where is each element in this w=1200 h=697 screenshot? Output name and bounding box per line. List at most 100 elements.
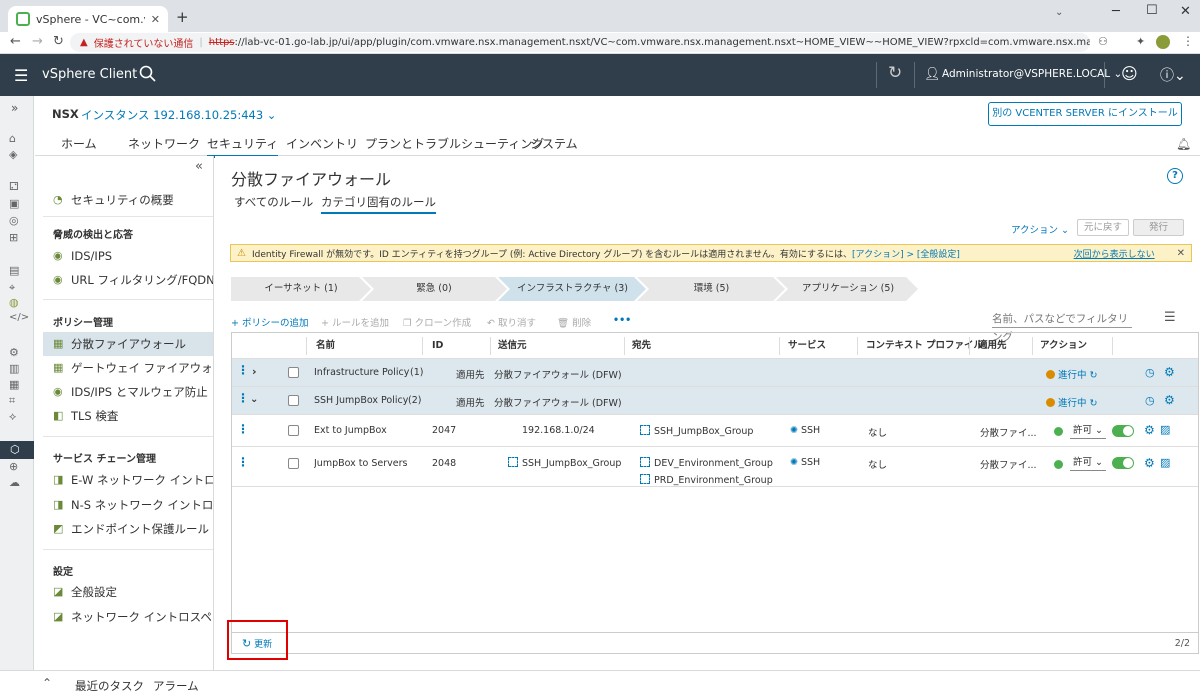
administration-icon[interactable]: ⚙ <box>9 346 25 360</box>
category-application[interactable]: アプリケーション (5) <box>778 278 918 300</box>
row-menu-icon[interactable]: ⋮ <box>237 423 249 435</box>
close-tab-icon[interactable]: ✕ <box>151 13 160 26</box>
undo-button[interactable]: ↶ 取り消す <box>487 315 536 329</box>
col-id[interactable]: ID <box>432 333 443 359</box>
storage-icon[interactable]: ◎ <box>9 214 25 228</box>
delete-button[interactable]: 🗑︎ 削除 <box>557 315 591 329</box>
back-icon[interactable]: ← <box>10 34 21 49</box>
action-select[interactable]: 許可 ⌄ <box>1070 455 1106 471</box>
maximize-icon[interactable]: ☐ <box>1146 3 1158 18</box>
content-libraries-icon[interactable]: ▤ <box>9 264 25 278</box>
rule-destination[interactable]: SSH_JumpBox_Group <box>640 425 753 437</box>
networking-icon[interactable]: ⊞ <box>9 231 25 245</box>
filter-input[interactable]: 名前、パスなどでフィルタリング <box>992 310 1132 343</box>
window-close-icon[interactable]: ✕ <box>1180 4 1191 19</box>
sidebar-item-ns-introspection[interactable]: ◨ N-S ネットワーク イントロス... <box>43 493 213 517</box>
help-icon[interactable]: ? <box>1167 168 1183 184</box>
policy-row[interactable]: ⋮ ⌄ SSH JumpBox Policy (2) 適用先 分散ファイアウォー… <box>232 387 1198 415</box>
sidebar-item-tls[interactable]: ◧ TLS 検査 <box>43 404 213 428</box>
stats-icon[interactable]: ▨ <box>1160 423 1170 436</box>
rule-row[interactable]: ⋮ Ext to JumpBox 2047 192.168.1.0/24 SSH… <box>232 415 1198 447</box>
shortcuts-icon[interactable]: ◈ <box>9 148 25 162</box>
tasks-icon[interactable]: ▥ <box>9 362 25 376</box>
events-icon[interactable]: ▦ <box>9 378 25 392</box>
sidebar-item-dfw[interactable]: ▦ 分散ファイアウォール <box>43 332 213 356</box>
instance-selector[interactable]: インスタンス 192.168.10.25:443 ⌄ <box>81 107 276 123</box>
sidebar-item-general-settings[interactable]: ◪ 全般設定 <box>43 580 213 604</box>
dismiss-link[interactable]: 次回から表示しない <box>1074 247 1155 260</box>
sidebar-item-ew-introspection[interactable]: ◨ E-W ネットワーク イントロス... <box>43 468 213 492</box>
browser-tab[interactable]: vSphere - VC~com.vmware.nsx.m ✕ <box>8 6 168 32</box>
hosts-clusters-icon[interactable]: ⚁ <box>9 180 25 194</box>
sidebar-item-network-introspection-settings[interactable]: ◪ ネットワーク イントロスペク... <box>43 605 213 629</box>
sidebar-item-idsips[interactable]: ◉ IDS/IPS <box>43 244 213 268</box>
forward-icon[interactable]: → <box>32 34 43 49</box>
nsx-plugin-icon[interactable]: ⬡ <box>0 441 34 459</box>
rule-service[interactable]: ✺ SSH <box>790 425 820 436</box>
install-vcenter-button[interactable]: 別の VCENTER SERVER にインストール <box>988 102 1182 126</box>
add-rule-button[interactable]: + ルールを追加 <box>321 315 389 329</box>
more-actions-button[interactable]: ••• <box>613 315 631 326</box>
search-icon[interactable] <box>139 65 156 82</box>
col-service[interactable]: サービス <box>788 333 826 359</box>
tab-inventory[interactable]: インベントリ <box>286 135 358 152</box>
col-name[interactable]: 名前 <box>316 333 335 359</box>
col-applied-to[interactable]: 適用先 <box>978 333 1007 359</box>
new-tab-icon[interactable]: + <box>176 8 189 26</box>
expand-rail-icon[interactable]: » <box>11 101 18 115</box>
collapse-icon[interactable]: ⌄ <box>250 394 258 405</box>
category-environment[interactable]: 環境 (5) <box>639 278 784 300</box>
tags-icon[interactable]: ⌗ <box>9 394 25 408</box>
tab-home[interactable]: ホーム <box>61 135 97 152</box>
bell-icon[interactable]: 🔔︎ <box>1176 137 1191 151</box>
add-policy-button[interactable]: + ポリシーの追加 <box>231 315 308 329</box>
tab-category-rules[interactable]: カテゴリ固有のルール <box>321 194 436 214</box>
tab-plan-troubleshoot[interactable]: プランとトラブルシューティング <box>365 135 544 152</box>
stats-icon[interactable]: ▨ <box>1160 456 1170 469</box>
gear-icon[interactable]: ⚙ <box>1144 423 1155 437</box>
close-icon[interactable]: ✕ <box>1177 248 1185 259</box>
collapse-sidebar-icon[interactable]: « <box>195 159 203 174</box>
vms-icon[interactable]: ▣ <box>9 197 25 211</box>
rule-row[interactable]: ⋮ JumpBox to Servers 2048 SSH_JumpBox_Gr… <box>232 447 1198 487</box>
category-ethernet[interactable]: イーサネット (1) <box>231 278 371 300</box>
alarms-icon[interactable]: ⟡ <box>9 410 25 424</box>
col-action[interactable]: アクション <box>1040 333 1087 359</box>
tab-network[interactable]: ネットワーク <box>128 135 200 152</box>
sidebar-item-overview[interactable]: ◔ セキュリティの概要 <box>43 188 213 212</box>
address-bar[interactable]: ▲ 保護されていない通信 | https://lab-vc-01.go-lab.… <box>70 33 1090 52</box>
row-menu-icon[interactable]: ⋮ <box>237 456 249 468</box>
sidebar-item-idsips-malware[interactable]: ◉ IDS/IPS とマルウェア防止 <box>43 380 213 404</box>
col-context-profile[interactable]: コンテキスト プロファイル <box>866 333 983 359</box>
workload-icon[interactable]: ⌖ <box>9 281 25 295</box>
chevron-down-icon[interactable]: ⌄ <box>1055 7 1063 18</box>
hamburger-menu-icon[interactable]: ☰ <box>14 66 28 85</box>
expand-icon[interactable]: › <box>252 365 257 378</box>
translate-icon[interactable]: ⚇ <box>1098 35 1108 48</box>
profile-avatar[interactable] <box>1156 35 1170 49</box>
tab-all-rules[interactable]: すべてのルール <box>234 194 313 210</box>
rule-source[interactable]: SSH_JumpBox_Group <box>508 457 621 469</box>
gear-icon[interactable]: ⚙ <box>1164 365 1175 379</box>
status-badge[interactable]: 進行中 ↻ <box>1046 395 1098 409</box>
home-icon[interactable]: ⌂ <box>9 132 25 146</box>
row-menu-icon[interactable]: ⋮ <box>237 364 249 376</box>
sidebar-item-gateway-firewall[interactable]: ▦ ゲートウェイ ファイアウォール <box>43 356 213 380</box>
lifecycle-icon[interactable]: ◍ <box>9 296 25 310</box>
rule-source[interactable]: 192.168.1.0/24 <box>522 425 595 436</box>
rule-enable-toggle[interactable] <box>1112 457 1134 469</box>
feedback-smiley-icon[interactable]: ☺ <box>1121 64 1138 83</box>
actions-menu[interactable]: アクション ⌄ <box>1011 222 1069 236</box>
sidebar-item-url-filtering[interactable]: ◉ URL フィルタリング/FQDN ... <box>43 268 213 292</box>
sidebar-item-endpoint-protection[interactable]: ◩ エンドポイント保護ルール <box>43 517 213 541</box>
row-checkbox[interactable] <box>288 425 299 436</box>
developer-center-icon[interactable]: </> <box>9 312 29 326</box>
expand-panel-icon[interactable]: ⌃ <box>42 676 52 690</box>
refresh-icon[interactable]: ↻ <box>888 63 902 83</box>
warning-link[interactable]: [アクション] > [全般設定] <box>852 247 960 260</box>
recent-tasks-tab[interactable]: 最近のタスク <box>75 678 144 694</box>
revert-button[interactable]: 元に戻す <box>1077 219 1130 236</box>
status-badge[interactable]: 進行中 ↻ <box>1046 367 1098 381</box>
reload-icon[interactable]: ↻ <box>53 34 64 49</box>
cloud-icon[interactable]: ☁ <box>9 476 25 490</box>
